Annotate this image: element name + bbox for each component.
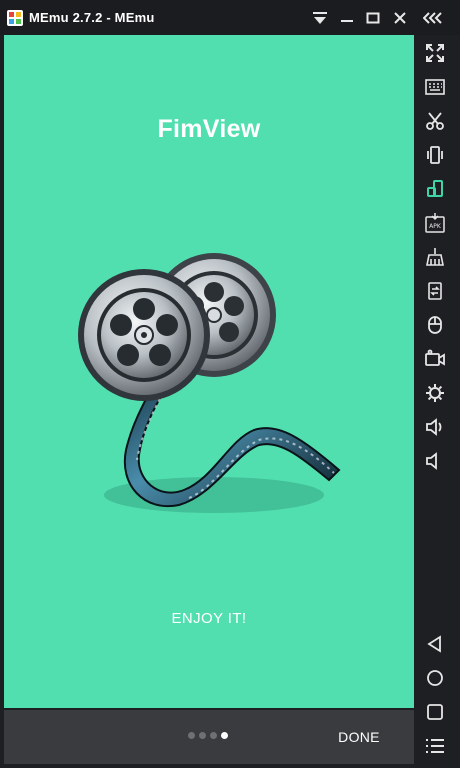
window-bottom-edge <box>0 764 460 768</box>
fullscreen-icon <box>426 44 444 62</box>
window-title-bar: MEmu 2.7.2 - MEmu <box>0 0 460 35</box>
menu-button[interactable] <box>422 733 448 759</box>
page-indicator <box>188 732 228 739</box>
settings-button[interactable] <box>422 380 448 406</box>
page-dot-active <box>221 732 228 739</box>
maximize-button[interactable] <box>363 8 383 28</box>
install-apk-icon: APK <box>425 213 445 233</box>
dropdown-button[interactable] <box>310 8 330 28</box>
collapse-sidebar-icon <box>423 12 442 24</box>
minimize-icon <box>341 20 353 22</box>
done-button[interactable]: DONE <box>324 727 394 747</box>
recents-button[interactable] <box>422 699 448 725</box>
app-name-heading: FimView <box>157 115 261 143</box>
keyboard-button[interactable] <box>422 74 448 100</box>
volume-down-icon <box>426 452 437 470</box>
maximize-icon <box>366 12 380 24</box>
recents-icon <box>427 704 443 720</box>
back-button[interactable] <box>422 631 448 657</box>
volume-down-button[interactable] <box>422 448 448 474</box>
mouse-icon <box>428 316 442 334</box>
record-video-icon <box>425 349 445 366</box>
mouse-button[interactable] <box>422 312 448 338</box>
page-dot <box>199 732 206 739</box>
emulator-sidebar: APK <box>414 35 460 768</box>
fullscreen-button[interactable] <box>422 40 448 66</box>
page-dot <box>188 732 195 739</box>
sync-file-button[interactable] <box>422 278 448 304</box>
home-icon <box>427 670 443 686</box>
shake-icon <box>427 146 443 164</box>
volume-up-button[interactable] <box>422 414 448 440</box>
collapse-sidebar-button[interactable] <box>422 8 446 28</box>
memu-logo-icon <box>7 10 23 26</box>
home-button[interactable] <box>422 665 448 691</box>
sync-file-icon <box>428 282 442 300</box>
cleanup-button[interactable] <box>422 244 448 270</box>
svg-text:APK: APK <box>429 223 442 230</box>
emulator-screen[interactable]: FimView ENJOY IT! <box>4 35 414 708</box>
screenshot-button[interactable] <box>422 108 448 134</box>
back-icon <box>427 635 441 653</box>
onboarding-bottom-bar: DONE <box>4 710 414 764</box>
close-icon <box>394 12 406 24</box>
close-button[interactable] <box>390 8 410 28</box>
film-reel-icon <box>78 253 341 513</box>
menu-icon <box>426 739 444 753</box>
settings-gear-icon <box>426 384 444 402</box>
keyboard-icon <box>425 79 445 95</box>
window-title: MEmu 2.7.2 - MEmu <box>29 10 155 25</box>
screenshot-scissors-icon <box>426 112 444 130</box>
rotate-button[interactable] <box>422 176 448 202</box>
cleanup-icon <box>426 248 444 266</box>
record-video-button[interactable] <box>422 346 448 372</box>
volume-up-icon <box>426 418 442 436</box>
install-apk-button[interactable]: APK <box>422 210 448 236</box>
rotate-icon <box>427 180 443 197</box>
minimize-button[interactable] <box>337 8 357 28</box>
enjoy-caption: ENJOY IT! <box>171 610 247 627</box>
page-dot <box>210 732 217 739</box>
shake-button[interactable] <box>422 142 448 168</box>
dropdown-icon <box>313 12 327 24</box>
